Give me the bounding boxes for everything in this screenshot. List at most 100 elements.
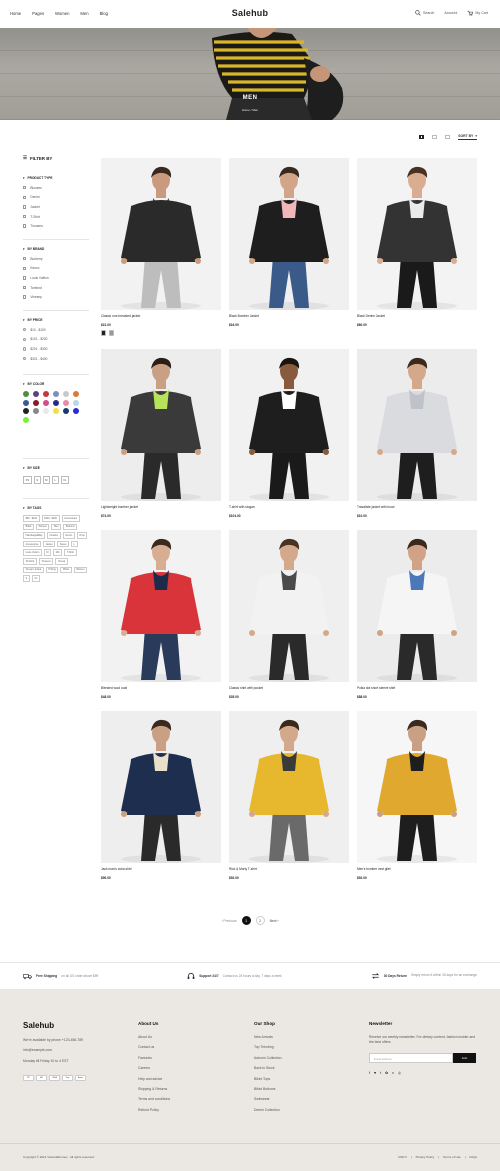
breadcrumb[interactable]: Home / Men — [0, 108, 500, 112]
large-grid-view-icon[interactable] — [432, 135, 438, 139]
checkbox[interactable] — [23, 285, 27, 290]
checkbox[interactable] — [23, 257, 27, 261]
tag-chip[interactable]: Tomford — [23, 557, 37, 565]
tag-chip[interactable]: Jacket — [43, 540, 56, 548]
footer-link[interactable]: Contact us — [138, 1045, 238, 1055]
currency-select[interactable]: USD ▾ — [398, 1155, 407, 1159]
product-image[interactable] — [101, 158, 221, 310]
checkbox[interactable] — [23, 266, 27, 271]
product-image[interactable] — [357, 158, 477, 310]
tag-chip[interactable]: Pricing — [45, 566, 59, 574]
footer-link[interactable]: Privacy Policy — [416, 1155, 435, 1159]
filter-option[interactable]: Trousers — [23, 221, 89, 231]
product-name[interactable]: Polka dot short sleeve shirt — [357, 686, 477, 690]
price-option[interactable]: $10 - $100 — [23, 325, 89, 335]
newsletter-email-input[interactable]: Email address — [369, 1053, 453, 1064]
product-card[interactable]: Travaliste jacket with hood $10.00 — [357, 349, 477, 518]
product-name[interactable]: Travaliste jacket with hood — [357, 505, 477, 509]
color-swatch[interactable] — [63, 399, 69, 406]
tag-chip[interactable]: L — [71, 540, 78, 548]
tag-chip[interactable]: Sweet — [57, 540, 70, 548]
heart-icon[interactable]: ♥ — [374, 1071, 376, 1075]
grid-view-icon[interactable] — [419, 135, 425, 139]
color-swatch[interactable] — [23, 416, 29, 423]
filter-option[interactable]: Kenzo — [23, 264, 89, 274]
checkbox[interactable] — [23, 328, 27, 332]
filter-option[interactable]: Tomford — [23, 283, 89, 293]
color-swatch[interactable] — [33, 399, 39, 406]
size-option[interactable]: L — [51, 476, 59, 484]
tag-chip[interactable]: Accessories — [23, 540, 42, 548]
footer-link[interactable]: Bikini Bottoms — [254, 1087, 354, 1097]
sort-dropdown[interactable]: SORT BY ▾ — [458, 134, 477, 140]
tag-chip[interactable]: Trousers — [38, 557, 54, 565]
tag-chip[interactable]: S — [23, 575, 30, 582]
checkbox[interactable] — [23, 214, 27, 219]
product-name[interactable]: Lightweight bomber jacket — [101, 505, 221, 509]
twitter-icon[interactable]: t — [380, 1071, 381, 1075]
footer-link[interactable]: About Us — [138, 1035, 238, 1045]
checkbox[interactable] — [23, 356, 27, 361]
product-image[interactable] — [101, 349, 221, 501]
color-swatch[interactable] — [73, 391, 79, 397]
color-swatch[interactable] — [43, 408, 49, 414]
footer-link[interactable]: Autumn Collection — [254, 1056, 354, 1066]
tag-chip[interactable]: $50 - $100 — [23, 515, 40, 522]
tag-chip[interactable]: Vinesp Limited — [23, 566, 44, 574]
product-image[interactable] — [229, 349, 349, 501]
product-image[interactable] — [229, 158, 349, 310]
search-button[interactable]: Search — [415, 10, 434, 16]
footer-link[interactable]: New Arrivals — [254, 1035, 354, 1045]
product-name[interactable]: Classic shirt with pocket — [229, 686, 349, 690]
product-image[interactable] — [357, 711, 477, 863]
color-swatch[interactable] — [23, 391, 29, 397]
tag-chip[interactable]: M — [43, 549, 52, 556]
tag-chip[interactable]: XL — [31, 575, 40, 582]
product-card[interactable]: T-shirt with slogan $104.00 — [229, 349, 349, 518]
color-swatch[interactable] — [63, 408, 69, 414]
footer-link[interactable]: Terms and conditions — [138, 1097, 238, 1107]
footer-link[interactable]: FAQs — [469, 1155, 477, 1159]
footer-logo[interactable]: Salehub — [23, 1021, 123, 1030]
filter-option[interactable]: Burberry — [23, 254, 89, 264]
color-swatch[interactable] — [73, 399, 79, 406]
footer-link[interactable]: Terms of Use — [443, 1155, 461, 1159]
pagination-next[interactable]: Next › — [270, 919, 279, 923]
product-image[interactable] — [229, 530, 349, 682]
color-swatch[interactable] — [43, 391, 49, 397]
footer-link[interactable]: Top Trending — [254, 1045, 354, 1055]
instagram-icon[interactable]: ◎ — [398, 1071, 401, 1075]
product-card[interactable]: Blended wool coat $48.00 — [101, 530, 221, 699]
footer-link[interactable]: Help and advice — [138, 1077, 238, 1087]
variant-swatch[interactable] — [109, 330, 114, 336]
footer-link[interactable]: Careers — [138, 1066, 238, 1076]
footer-link[interactable]: Bikini Tops — [254, 1077, 354, 1087]
product-name[interactable]: Jack man's cuba shirt — [101, 867, 221, 871]
filter-option[interactable]: T-Shirt — [23, 212, 89, 222]
product-card[interactable]: Black Denim Jacket $60.00 — [357, 158, 477, 327]
newsletter-join-button[interactable]: Join — [453, 1053, 476, 1064]
product-image[interactable] — [101, 530, 221, 682]
variant-swatch[interactable] — [101, 330, 106, 336]
tag-chip[interactable]: Handbags&Bag — [23, 532, 45, 539]
page-2-button[interactable]: 2 — [255, 916, 265, 925]
filter-option[interactable]: Blouses — [23, 183, 89, 193]
vimeo-icon[interactable]: v — [392, 1071, 394, 1075]
product-card[interactable]: Classic one-breasted jacket $21.00 — [101, 158, 221, 336]
product-name[interactable]: T-shirt with slogan — [229, 505, 349, 509]
tag-chip[interactable]: Denim — [62, 532, 75, 539]
list-view-icon[interactable] — [445, 135, 451, 139]
color-swatch[interactable] — [53, 408, 59, 414]
size-option[interactable]: XS — [23, 476, 32, 484]
footer-email[interactable]: info@example.com — [23, 1048, 123, 1058]
tag-chip[interactable]: Women — [36, 523, 50, 531]
footer-link[interactable]: Shipping & Returns — [138, 1087, 238, 1097]
cart-button[interactable]: My Cart — [467, 10, 488, 16]
tag-chip[interactable]: $100 - $200 — [41, 515, 60, 522]
price-option[interactable]: $301 - $400 — [23, 354, 89, 364]
filter-option[interactable]: Vinesep — [23, 292, 89, 302]
tag-chip[interactable]: Women — [73, 566, 88, 574]
page-1-button[interactable]: 1 — [241, 916, 251, 925]
checkbox[interactable] — [23, 195, 27, 200]
size-option[interactable]: XL — [60, 476, 69, 484]
